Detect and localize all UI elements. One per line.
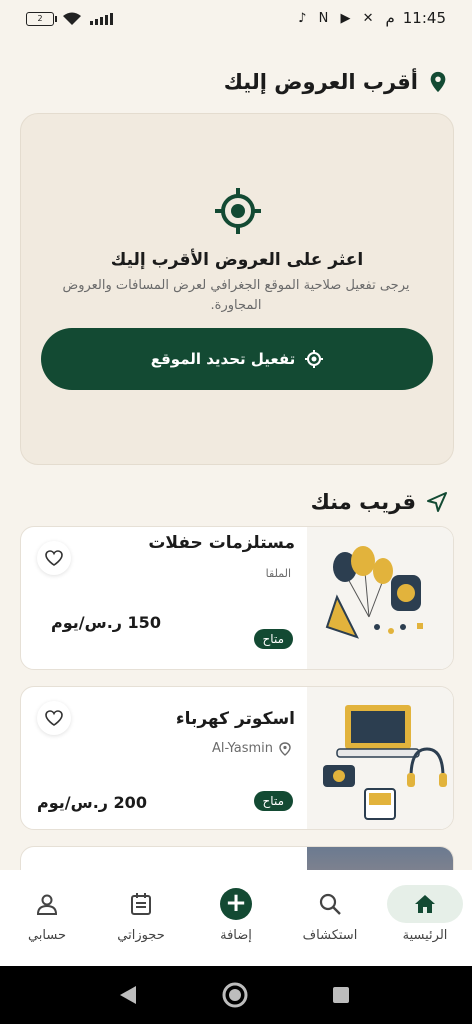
enable-location-label: تفعيل تحديد الموقع: [150, 350, 296, 368]
locate-icon: [305, 350, 324, 368]
nav-add-label: إضافة: [220, 928, 252, 943]
nav-home-label: الرئيسية: [402, 928, 448, 943]
listing-location: Al-Yasmin: [212, 741, 291, 756]
location-pin-icon: [430, 71, 446, 93]
recents-icon[interactable]: [332, 986, 350, 1004]
back-icon[interactable]: [118, 984, 138, 1006]
location-pin-icon: [279, 741, 291, 756]
listing-image-party: [307, 527, 453, 669]
home-icon: [415, 895, 435, 913]
wifi-icon: [63, 12, 81, 25]
notification-icons: ♪ N ▶ ✕: [298, 10, 378, 26]
navigation-arrow-icon: [427, 492, 447, 512]
gps-target-icon: [215, 188, 261, 234]
search-icon: [319, 893, 341, 915]
nav-explore-label: استكشاف: [302, 928, 358, 943]
nav-explore[interactable]: استكشاف: [285, 884, 375, 943]
nav-bookings-label: حجوزاتي: [117, 928, 165, 943]
bottom-navigation: الرئيسية استكشاف + إضافة حجوزاتي حسابي: [0, 870, 472, 966]
favorite-button[interactable]: [37, 541, 71, 575]
listing-card[interactable]: اسكوتر كهرباء Al-Yasmin متاح 200 ر.س/يوم: [20, 686, 454, 830]
nav-add[interactable]: + إضافة: [191, 884, 281, 943]
listing-location-text: الملقا: [265, 567, 291, 580]
home-circle-icon[interactable]: [222, 982, 248, 1008]
listing-image-electronics: [307, 687, 453, 829]
nav-bookings[interactable]: حجوزاتي: [96, 884, 186, 943]
listing-price: 200 ر.س/يوم: [37, 793, 147, 812]
location-card-title: اعثر على العروض الأقرب إليك: [110, 250, 364, 270]
location-permission-card: اعثر على العروض الأقرب إليك يرجى تفعيل ص…: [20, 113, 454, 465]
person-icon: [36, 894, 58, 915]
nearest-section-header: أقرب العروض إليك: [224, 70, 448, 94]
signal-icon: [90, 13, 113, 25]
status-am-pm: م: [385, 9, 395, 27]
status-bar: 2 ♪ N ▶ ✕ م 11:45: [0, 0, 472, 40]
listing-title: اسكوتر كهرباء: [175, 709, 295, 729]
nearby-section-header: قريب منك: [311, 490, 448, 514]
status-time: 11:45: [402, 9, 446, 27]
heart-icon: [45, 710, 63, 726]
nearby-section-title: قريب منك: [310, 490, 416, 514]
nav-home[interactable]: الرئيسية: [380, 884, 470, 943]
heart-icon: [45, 550, 63, 566]
nav-account-label: حسابي: [27, 928, 67, 943]
calendar-icon: [131, 893, 151, 915]
status-right: ♪ N ▶ ✕ م 11:45: [298, 9, 446, 27]
system-navigation-bar: [0, 966, 472, 1024]
add-icon: +: [220, 888, 252, 920]
listing-location-text: Al-Yasmin: [211, 741, 273, 756]
enable-location-button[interactable]: تفعيل تحديد الموقع: [41, 328, 433, 390]
battery-icon: 2: [26, 12, 57, 26]
listing-price: 150 ر.س/يوم: [51, 613, 161, 632]
listing-location: الملقا: [266, 567, 291, 580]
nav-account[interactable]: حسابي: [2, 884, 92, 943]
home-active-pill: [387, 885, 463, 923]
availability-badge: متاح: [253, 791, 293, 811]
status-left: 2: [26, 12, 113, 26]
favorite-button[interactable]: [37, 701, 71, 735]
location-card-subtitle: يرجى تفعيل صلاحية الموقع الجغرافي لعرض ا…: [62, 278, 410, 313]
availability-badge: متاح: [253, 629, 293, 649]
listing-card[interactable]: مستلزمات حفلات الملقا متاح 150 ر.س/يوم: [20, 526, 454, 670]
nearest-section-title: أقرب العروض إليك: [223, 70, 418, 94]
listing-title: مستلزمات حفلات: [148, 533, 295, 553]
